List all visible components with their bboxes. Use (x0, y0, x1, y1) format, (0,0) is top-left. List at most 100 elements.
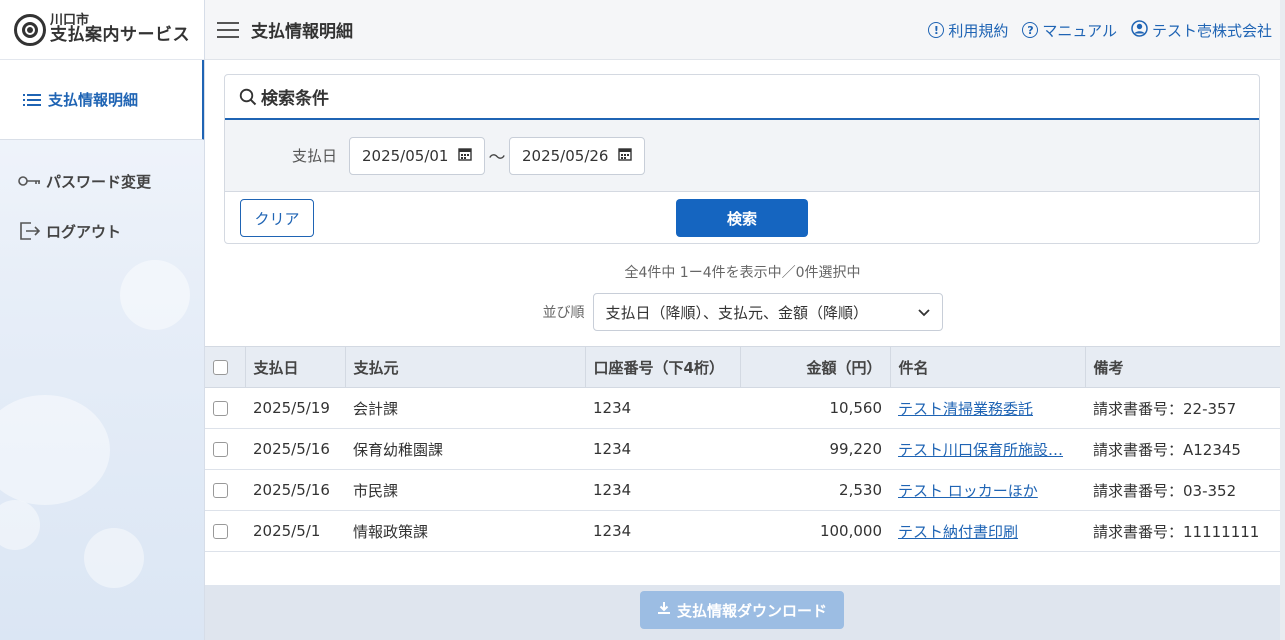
cell-account: 1234 (585, 428, 740, 470)
cell-payer: 市民課 (345, 469, 585, 511)
decorative-bubble (0, 500, 40, 550)
cell-note: 請求書番号：03-352 (1085, 469, 1280, 511)
brand-service-name: 支払案内サービス (50, 25, 190, 46)
date-from-input[interactable]: 2025/05/01 (349, 136, 485, 175)
result-count: 全4件中 1ー4件を表示中／0件選択中 (624, 265, 861, 281)
download-button-label: 支払情報ダウンロード (676, 601, 827, 620)
download-icon (657, 601, 671, 619)
clear-button[interactable]: クリア (240, 199, 314, 237)
cell-amount: 2,530 (740, 469, 890, 511)
calendar-icon[interactable] (458, 147, 472, 165)
chevron-down-icon (917, 303, 930, 321)
manual-link-label: マニュアル (1042, 21, 1117, 40)
date-range-row: 支払日 2025/05/01 〜 2025/05/26 (225, 120, 1259, 192)
user-circle-icon (1131, 19, 1148, 41)
info-circle-icon: ! (928, 22, 945, 38)
subject-link[interactable]: テスト清掃業務委託 (898, 400, 1033, 418)
subject-link[interactable]: テスト川口保育所施設… (898, 441, 1063, 459)
select-all-cell (205, 346, 246, 388)
manual-link[interactable]: ? マニュアル (1022, 20, 1117, 41)
column-header-payer[interactable]: 支払元 (345, 346, 586, 388)
select-all-checkbox[interactable] (213, 360, 228, 375)
footer-bar: 支払情報ダウンロード (205, 585, 1280, 640)
sidebar-item-label: 支払情報明細 (48, 91, 139, 109)
date-range-separator: 〜 (488, 148, 506, 168)
row-checkbox[interactable] (213, 524, 228, 539)
subject-link[interactable]: テスト納付書印刷 (898, 523, 1018, 541)
account-menu[interactable]: テスト壱株式会社 (1131, 19, 1272, 41)
table-row: 2025/5/16 保育幼稚園課 1234 99,220 テスト川口保育所施設…… (205, 428, 1280, 470)
cell-note: 請求書番号：22-357 (1085, 387, 1280, 429)
hamburger-menu-icon[interactable] (217, 21, 239, 38)
sort-select[interactable]: 支払日（降順）、支払元、金額（降順） (592, 293, 943, 331)
table-row: 2025/5/1 情報政策課 1234 100,000 テスト納付書印刷 請求書… (205, 510, 1280, 552)
key-icon (18, 174, 42, 188)
row-checkbox-cell (205, 469, 245, 511)
date-label: 支払日 (291, 147, 337, 165)
sidebar-item-logout[interactable]: ログアウト (0, 211, 204, 251)
search-panel-title: 検索条件 (261, 89, 329, 109)
subject-link[interactable]: テスト ロッカーほか (898, 482, 1038, 500)
calendar-icon[interactable] (618, 147, 632, 165)
cell-amount: 10,560 (740, 387, 890, 429)
page-title: 支払情報明細 (251, 22, 353, 42)
decorative-bubble (120, 260, 190, 330)
sidebar-item-password-change[interactable]: パスワード変更 (0, 161, 204, 201)
cell-date: 2025/5/19 (245, 387, 345, 429)
sidebar-item-label: パスワード変更 (46, 172, 152, 191)
list-icon (20, 93, 44, 107)
column-header-note[interactable]: 備考 (1085, 346, 1280, 388)
terms-link[interactable]: ! 利用規約 (928, 20, 1008, 41)
cell-note: 請求書番号：A12345 (1085, 428, 1280, 470)
row-checkbox-cell (205, 510, 245, 552)
logout-icon (18, 221, 42, 241)
cell-payer: 会計課 (345, 387, 585, 429)
search-panel: 検索条件 支払日 2025/05/01 〜 2025/05/26 クリア 検索 (224, 74, 1260, 244)
cell-subject: テスト清掃業務委託 (890, 387, 1085, 429)
row-checkbox[interactable] (213, 483, 228, 498)
date-to-input[interactable]: 2025/05/26 (509, 136, 645, 175)
cell-date: 2025/5/16 (245, 469, 345, 511)
column-header-subject[interactable]: 件名 (890, 346, 1086, 388)
table-row: 2025/5/19 会計課 1234 10,560 テスト清掃業務委託 請求書番… (205, 387, 1280, 429)
cell-amount: 100,000 (740, 510, 890, 552)
terms-link-label: 利用規約 (948, 21, 1009, 40)
brand-logo[interactable]: 川口市 支払案内サービス (0, 0, 204, 60)
main-content: 検索条件 支払日 2025/05/01 〜 2025/05/26 クリア 検索 … (205, 60, 1280, 640)
column-header-account[interactable]: 口座番号（下4桁） (585, 346, 741, 388)
table-row: 2025/5/16 市民課 1234 2,530 テスト ロッカーほか 請求書番… (205, 469, 1280, 511)
cell-date: 2025/5/16 (245, 428, 345, 470)
cell-date: 2025/5/1 (245, 510, 345, 552)
cell-subject: テスト納付書印刷 (890, 510, 1085, 552)
search-button[interactable]: 検索 (676, 199, 808, 237)
row-checkbox-cell (205, 428, 245, 470)
column-header-date[interactable]: 支払日 (245, 346, 346, 388)
cell-subject: テスト川口保育所施設… (890, 428, 1085, 470)
decorative-bubble (84, 528, 144, 588)
sort-select-value: 支払日（降順）、支払元、金額（降順） (605, 303, 869, 322)
search-actions: クリア 検索 (225, 192, 1259, 243)
decorative-bubble (0, 395, 110, 505)
row-checkbox[interactable] (213, 442, 228, 457)
cell-note: 請求書番号：11111111 (1085, 510, 1280, 552)
sidebar: 川口市 支払案内サービス 支払情報明細 パスワード変更 ログアウト (0, 0, 205, 640)
city-seal-icon (14, 13, 46, 46)
cell-subject: テスト ロッカーほか (890, 469, 1085, 511)
download-button[interactable]: 支払情報ダウンロード (640, 591, 844, 629)
top-header: 支払情報明細 ! 利用規約 ? マニュアル テスト壱株式会社 (205, 0, 1280, 60)
cell-account: 1234 (585, 469, 740, 511)
row-checkbox-cell (205, 387, 245, 429)
date-to-value: 2025/05/26 (522, 146, 609, 165)
sort-label: 並び順 (542, 305, 585, 321)
payment-table: 支払日 支払元 口座番号（下4桁） 金額（円） 件名 備考 2025/5/19 … (205, 346, 1280, 552)
page-scrollbar[interactable] (1280, 0, 1285, 640)
search-panel-header: 検索条件 (225, 75, 1259, 120)
cell-account: 1234 (585, 510, 740, 552)
search-icon (239, 88, 257, 106)
table-header-row: 支払日 支払元 口座番号（下4桁） 金額（円） 件名 備考 (205, 346, 1280, 388)
row-checkbox[interactable] (213, 401, 228, 416)
cell-payer: 保育幼稚園課 (345, 428, 585, 470)
sidebar-item-payment-details[interactable]: 支払情報明細 (0, 60, 204, 140)
cell-payer: 情報政策課 (345, 510, 585, 552)
column-header-amount[interactable]: 金額（円） (740, 346, 891, 388)
